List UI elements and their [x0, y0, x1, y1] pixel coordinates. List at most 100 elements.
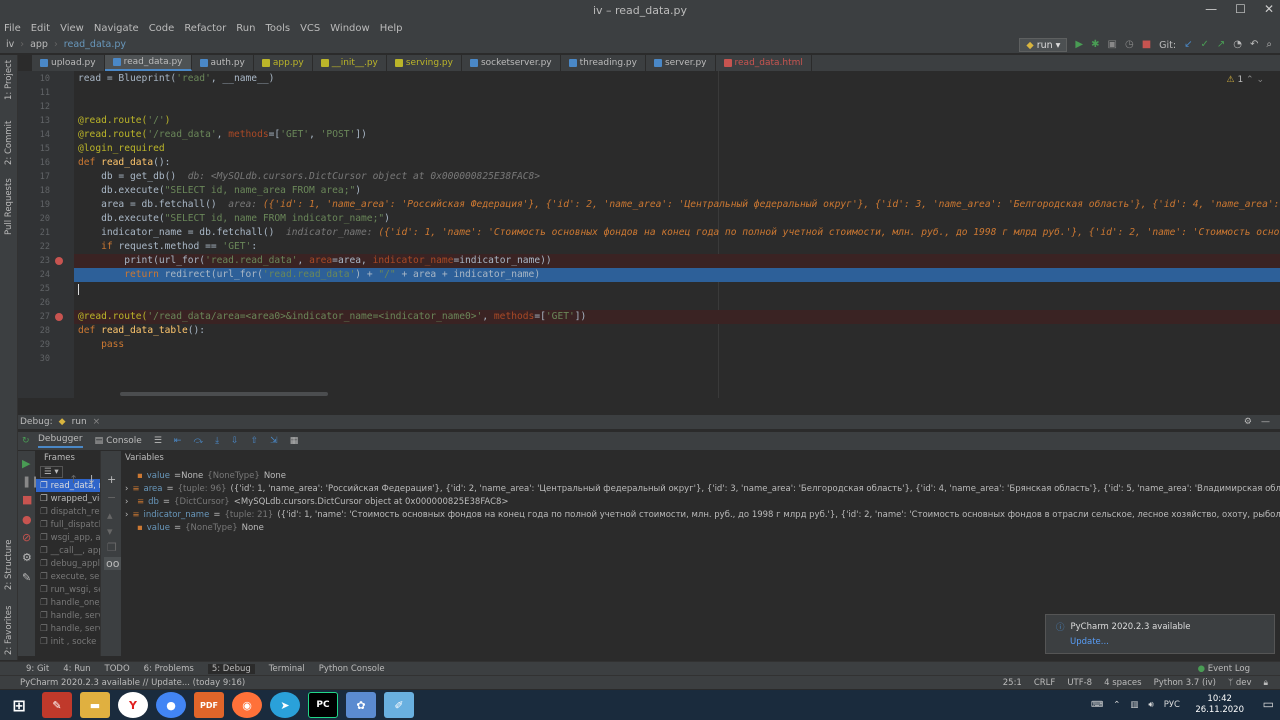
code-line[interactable]: @login_required [78, 143, 165, 154]
menu-item-file[interactable]: File [4, 23, 21, 34]
favorites-panel-tab[interactable]: 2: Favorites [4, 606, 14, 655]
frame-item[interactable]: ❐debug_applic [36, 557, 100, 570]
code-line[interactable]: db.execute("SELECT id, name_area FROM ar… [78, 185, 361, 196]
tab-threading-py[interactable]: threading.py [561, 55, 646, 71]
lock-icon[interactable]: 🔒︎ [1263, 678, 1268, 688]
start-icon[interactable]: ⊞ [4, 692, 34, 718]
event-log-button[interactable]: ● Event Log [1198, 664, 1250, 674]
minimize-icon[interactable]: — [1205, 2, 1217, 16]
gear-icon[interactable]: ⚙ [1244, 417, 1252, 427]
expand-arrow-icon[interactable]: › [125, 497, 133, 507]
menu-item-refactor[interactable]: Refactor [184, 23, 226, 34]
yandex-icon[interactable]: Y [118, 692, 148, 718]
firefox-icon[interactable]: ◉ [232, 692, 262, 718]
add-watch-icon[interactable]: + [107, 473, 116, 486]
code-line[interactable]: db = get_db() db: <MySQLdb.cursors.DictC… [78, 171, 540, 182]
tab-debugger[interactable]: Debugger [38, 434, 83, 448]
notepad-icon[interactable]: ✐ [384, 692, 414, 718]
tab-serving-py[interactable]: serving.py [387, 55, 462, 71]
frame-item[interactable]: ❐handle, servin [36, 622, 100, 635]
code-line[interactable]: db.execute("SELECT id, name FROM indicat… [78, 213, 390, 224]
move-down-icon[interactable]: ▾ [107, 525, 113, 538]
frame-item[interactable]: ❐dispatch_requ [36, 505, 100, 518]
git-branch[interactable]: ᛘ dev [1228, 678, 1251, 688]
code-line[interactable]: pass [78, 339, 124, 350]
status-message[interactable]: PyCharm 2020.2.3 available // Update... … [20, 678, 245, 688]
debug-icon[interactable]: ✱ [1091, 39, 1099, 51]
tab-read-data-py[interactable]: read_data.py [104, 55, 192, 71]
copy-icon[interactable]: ❐ [107, 541, 117, 554]
run-to-cursor-icon[interactable]: ⇲ [270, 436, 278, 446]
volume-icon[interactable]: 🔊︎ [1148, 700, 1153, 710]
tool-window-terminal[interactable]: Terminal [269, 664, 305, 674]
debug-config-tab[interactable]: run [72, 417, 87, 427]
code-line[interactable]: print(url_for('read.read_data', area=are… [78, 255, 551, 266]
chrome-icon[interactable]: ● [156, 692, 186, 718]
run-icon[interactable]: ▶ [1075, 39, 1083, 51]
stop-icon[interactable]: ■ [1142, 39, 1151, 51]
inspection-widget[interactable]: ⚠ 1 ⌃ ⌄ [1226, 75, 1264, 85]
tray-up-icon[interactable]: ⌃ [1113, 700, 1120, 710]
menu-item-navigate[interactable]: Navigate [94, 23, 139, 34]
step-into-icon[interactable]: ⤓ [215, 436, 219, 446]
step-out-icon[interactable]: ⇧ [251, 436, 259, 446]
menu-icon[interactable]: ☰ [154, 436, 162, 446]
glasses-icon[interactable]: oo [104, 557, 122, 570]
tab-upload-py[interactable]: upload.py [32, 55, 105, 71]
breadcrumb-folder[interactable]: app [30, 39, 48, 50]
menu-item-vcs[interactable]: VCS [300, 23, 320, 34]
search-icon[interactable]: ⌕ [1266, 39, 1272, 51]
caret-position[interactable]: 25:1 [1003, 678, 1022, 688]
pycharm-icon[interactable]: PC [308, 692, 338, 718]
pull-requests-tab[interactable]: Pull Requests [4, 178, 14, 235]
code-line[interactable]: def read_data_table(): [78, 325, 205, 336]
maximize-icon[interactable]: ☐ [1235, 2, 1246, 16]
variable-row[interactable]: › ≡ db = {DictCursor} <MySQLdb.cursors.DictCu… [121, 495, 1280, 508]
rerun-icon[interactable]: ↻ [22, 436, 30, 446]
tool-window-5-debug[interactable]: 5: Debug [207, 663, 255, 674]
explorer-icon[interactable]: ▬ [80, 692, 110, 718]
frame-item[interactable]: ❐execute, serv [36, 570, 100, 583]
menu-item-tools[interactable]: Tools [265, 23, 290, 34]
tab-read-data-html[interactable]: read_data.html [716, 55, 812, 71]
horizontal-scrollbar[interactable] [120, 392, 328, 396]
tool-window-python-console[interactable]: Python Console [319, 664, 385, 674]
frame-item[interactable]: ❐run_wsgi, serv [36, 583, 100, 596]
structure-panel-tab[interactable]: 2: Structure [4, 539, 14, 590]
step-into-my-code-icon[interactable]: ⇩ [231, 436, 239, 446]
show-execution-point-icon[interactable]: ⇤ [174, 436, 182, 446]
variable-row[interactable]: › ≡ indicator_name = {tuple: 21} ({'id': 1, '… [121, 508, 1280, 521]
mute-breakpoints-icon[interactable]: ⊘ [22, 531, 31, 544]
commit-panel-tab[interactable]: 2: Commit [4, 121, 14, 165]
run-config-select[interactable]: ◆ run ▾ [1019, 38, 1068, 52]
view-breakpoints-icon[interactable]: ● [22, 513, 32, 526]
menu-item-run[interactable]: Run [236, 23, 255, 34]
pin-icon[interactable]: ✎ [22, 571, 31, 584]
tool-window-9-git[interactable]: 9: Git [26, 664, 49, 674]
up-arrow-icon[interactable]: ↑ [69, 473, 78, 486]
breakpoint-icon[interactable] [55, 257, 63, 265]
history-icon[interactable]: ◔ [1233, 39, 1242, 51]
code-line[interactable]: area = db.fetchall() area: ({'id': 1, 'n… [78, 199, 1280, 210]
tool-window-4-run[interactable]: 4: Run [63, 664, 90, 674]
frame-item[interactable]: ❐ full_dispatch [36, 518, 100, 531]
menu-item-window[interactable]: Window [330, 23, 369, 34]
coverage-icon[interactable]: ▣ [1108, 39, 1117, 51]
code-line[interactable]: def read_data(): [78, 157, 170, 168]
frame-item[interactable]: ❐handle_one_re [36, 596, 100, 609]
menu-item-help[interactable]: Help [380, 23, 403, 34]
keyboard-icon[interactable]: ⌨ [1091, 700, 1103, 710]
file-encoding[interactable]: UTF-8 [1067, 678, 1092, 688]
breadcrumb-file[interactable]: read_data.py [64, 39, 126, 50]
telegram-icon[interactable]: ➤ [270, 692, 300, 718]
code-line[interactable]: @read.route('/read_data', methods=['GET'… [78, 129, 367, 140]
frame-item[interactable]: ❐ __call__, app [36, 544, 100, 557]
language-indicator[interactable]: РУС [1164, 700, 1180, 710]
profile-icon[interactable]: ◷ [1125, 39, 1134, 51]
network-icon[interactable]: ▥ [1130, 700, 1138, 710]
tool-window-todo[interactable]: TODO [105, 664, 130, 674]
remove-watch-icon[interactable]: − [107, 491, 116, 504]
pdf-icon[interactable]: PDF [194, 692, 224, 718]
breadcrumb-project[interactable]: iv [6, 39, 14, 50]
tab-app-py[interactable]: app.py [254, 55, 313, 71]
